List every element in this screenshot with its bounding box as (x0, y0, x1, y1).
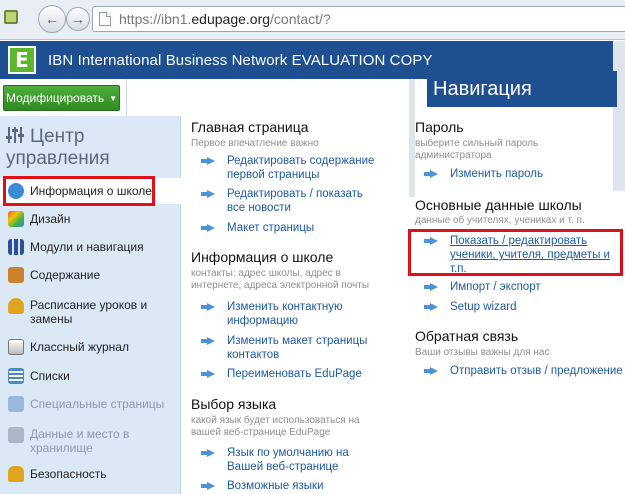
section-title-school-data: Основные данные школы (415, 197, 582, 213)
logo-letter: E (15, 48, 29, 72)
toolbar-divider (126, 79, 127, 116)
link-edit-homepage[interactable]: Редактировать содержание первой страницы (201, 154, 377, 182)
forward-button[interactable]: → (66, 7, 90, 31)
section-desc-password: выберите сильный пароль администратора (415, 138, 539, 161)
sidebar-item-label: Дизайн (30, 212, 71, 226)
link-default-language[interactable]: Язык по умолчанию на Вашей веб-странице (201, 446, 387, 474)
sidebar-item-label: Модули и навигация (30, 240, 144, 254)
link-send-feedback[interactable]: Отправить отзыв / предложение (424, 364, 625, 378)
url-path: /contact/? (270, 11, 331, 27)
section-desc-language: какой язык будет использоваться на вашей… (191, 415, 360, 438)
page-icon (99, 12, 111, 26)
link-edit-contact-layout[interactable]: Изменить макет страницы контактов (201, 334, 377, 362)
main-content: Главная страница Первое впечатление важн… (181, 116, 625, 494)
link-rename-edupage[interactable]: Переименовать EduPage (201, 367, 377, 381)
modify-button-label: Модифицировать (5, 91, 105, 105)
link-setup-wizard[interactable]: Setup wizard (424, 300, 616, 314)
sidebar-title-line1: Центр (30, 126, 85, 147)
toolbar: Модифицировать ▼ Навигация (0, 41, 625, 197)
section-desc-school-info: контакты: адрес школы, адрес в интернете… (191, 268, 370, 291)
section-desc-school-data: данные об учителях, учениках и т. п. (415, 215, 585, 226)
address-bar[interactable]: https://ibn1. edupage.org/contact/? (92, 6, 625, 32)
back-button[interactable]: ← (38, 5, 66, 33)
storage-icon (8, 427, 24, 443)
sidebar-item-modules[interactable]: Модули и навигация (0, 234, 181, 260)
browser-toolbar: ← → https://ibn1. edupage.org/contact/? (0, 0, 625, 40)
caret-down-icon: ▼ (109, 93, 118, 103)
url-prefix: https://ibn1. (119, 11, 192, 27)
highlight-box-sidebar (3, 176, 155, 206)
sidebar-item-timetable[interactable]: Расписание уроков и замены (0, 296, 181, 330)
section-title-language: Выбор языка (191, 396, 277, 412)
highlight-box-main (408, 229, 623, 276)
link-edit-contact[interactable]: Изменить контактную информацию (201, 300, 377, 328)
sidebar-item-journal[interactable]: Классный журнал (0, 334, 181, 360)
favicon-icon (4, 10, 18, 24)
app-title: IBN International Business Network EVALU… (48, 51, 433, 69)
link-edit-news[interactable]: Редактировать / показать все новости (201, 187, 377, 215)
section-desc-home: Первое впечатление важно (191, 138, 319, 149)
arrow-right-icon: → (71, 11, 85, 27)
sliders-icon (6, 126, 24, 144)
link-page-layout[interactable]: Макет страницы (201, 221, 377, 235)
sidebar-title: Центр управления (6, 126, 110, 170)
sidebar: Центр управления Информация о школе Диза… (0, 116, 181, 494)
sidebar-item-label: Содержание (30, 268, 101, 282)
tab-favicon[interactable] (0, 4, 24, 34)
link-import-export[interactable]: Импорт / экспорт (424, 280, 616, 294)
link-change-password[interactable]: Изменить пароль (424, 167, 620, 181)
arrow-left-icon: ← (45, 11, 59, 27)
edupage-logo[interactable]: E (8, 46, 36, 74)
sidebar-item-label: Данные и место в хранилище (30, 427, 130, 455)
palette-icon (8, 211, 24, 227)
sidebar-item-label: Специальные страницы (30, 397, 165, 411)
sidebar-item-content[interactable]: Содержание (0, 262, 181, 288)
navigation-heading[interactable]: Навигация (427, 71, 617, 107)
sidebar-title-line2: управления (6, 148, 110, 169)
sidebar-item-security[interactable]: Безопасность (0, 461, 181, 487)
section-title-home: Главная страница (191, 119, 309, 135)
sidebar-item-design[interactable]: Дизайн (0, 206, 181, 232)
lock-icon (8, 466, 24, 482)
sidebar-item-label: Списки (30, 369, 70, 383)
bell-icon (8, 298, 24, 314)
sidebar-item-label: Расписание уроков и замены (30, 298, 148, 326)
sidebar-item-special-pages[interactable]: Специальные страницы (0, 391, 181, 417)
cubes-icon (8, 396, 24, 412)
modules-icon (8, 239, 24, 255)
list-icon (8, 368, 24, 384)
sidebar-item-storage[interactable]: Данные и место в хранилище (0, 425, 181, 459)
journal-icon (8, 339, 24, 355)
section-title-school-info: Информация о школе (191, 249, 334, 265)
section-desc-feedback: Ваши отзывы важны для нас (415, 347, 550, 358)
content-icon (8, 267, 24, 283)
url-host: edupage.org (191, 11, 271, 27)
sidebar-item-lists[interactable]: Списки (0, 363, 181, 389)
sidebar-item-label: Безопасность (30, 467, 107, 481)
section-title-password: Пароль (415, 119, 464, 135)
sidebar-item-label: Классный журнал (30, 340, 129, 354)
section-title-feedback: Обратная связь (415, 328, 519, 344)
modify-button[interactable]: Модифицировать ▼ (3, 85, 120, 111)
link-available-languages[interactable]: Возможные языки (201, 479, 387, 493)
